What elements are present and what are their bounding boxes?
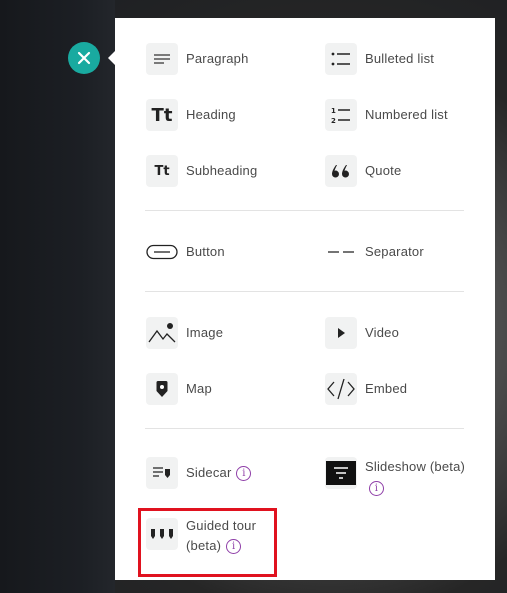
block-video-label: Video <box>365 325 400 340</box>
block-heading-label: Heading <box>186 107 236 122</box>
block-bulleted-list[interactable]: Bulleted list <box>325 43 434 75</box>
block-slideshow[interactable]: Slideshow (beta) i <box>325 457 465 497</box>
sidecar-icon <box>146 457 178 489</box>
block-image[interactable]: Image <box>146 317 223 349</box>
block-image-label: Image <box>186 325 224 340</box>
block-subheading[interactable]: Tt Subheading <box>146 155 257 187</box>
block-sidecar-label: Sidecar i <box>186 457 252 483</box>
block-subheading-label: Subheading <box>186 163 258 178</box>
paragraph-icon <box>146 43 178 75</box>
video-icon <box>325 317 357 349</box>
block-heading[interactable]: Tt Heading <box>146 99 236 131</box>
sidecar-text: Sidecar <box>186 465 232 480</box>
quote-icon <box>325 155 357 187</box>
slideshow-text: Slideshow (beta) <box>365 459 466 474</box>
block-numbered-list-label: Numbered list <box>365 107 448 122</box>
block-separator-label: Separator <box>365 244 424 259</box>
close-button[interactable] <box>68 42 100 74</box>
left-background <box>0 0 115 593</box>
block-paragraph-label: Paragraph <box>186 51 249 66</box>
info-icon[interactable]: i <box>369 481 384 497</box>
block-paragraph[interactable]: Paragraph <box>146 43 249 75</box>
block-separator[interactable]: Separator <box>325 236 424 268</box>
block-map[interactable]: Map <box>146 373 212 405</box>
block-quote[interactable]: Quote <box>325 155 401 187</box>
divider <box>145 428 464 429</box>
block-quote-label: Quote <box>365 163 402 178</box>
block-video[interactable]: Video <box>325 317 399 349</box>
heading-icon: Tt <box>146 99 178 131</box>
slideshow-icon <box>325 457 357 489</box>
svg-text:1: 1 <box>331 107 336 115</box>
map-pin-icon <box>146 373 178 405</box>
embed-code-icon <box>325 373 357 405</box>
separator-icon <box>325 236 357 268</box>
block-map-label: Map <box>186 381 212 396</box>
close-icon <box>77 51 91 65</box>
block-embed-label: Embed <box>365 381 408 396</box>
block-numbered-list[interactable]: 12 Numbered list <box>325 99 448 131</box>
bulleted-list-icon <box>325 43 357 75</box>
heading-glyph: Tt <box>151 104 173 126</box>
divider <box>145 210 464 211</box>
block-sidecar[interactable]: Sidecar i <box>146 457 252 489</box>
block-slideshow-label: Slideshow (beta) i <box>365 457 465 497</box>
panel-pointer <box>108 51 115 65</box>
image-icon <box>146 317 178 349</box>
divider <box>145 291 464 292</box>
info-icon[interactable]: i <box>236 466 252 482</box>
subheading-glyph: Tt <box>154 163 170 179</box>
svg-text:2: 2 <box>331 117 336 124</box>
block-bulleted-list-label: Bulleted list <box>365 51 435 66</box>
block-button[interactable]: Button <box>146 236 225 268</box>
subheading-icon: Tt <box>146 155 178 187</box>
highlight-box <box>138 508 277 577</box>
numbered-list-icon: 12 <box>325 99 357 131</box>
button-icon <box>146 236 178 268</box>
block-embed[interactable]: Embed <box>325 373 407 405</box>
block-button-label: Button <box>186 244 225 259</box>
